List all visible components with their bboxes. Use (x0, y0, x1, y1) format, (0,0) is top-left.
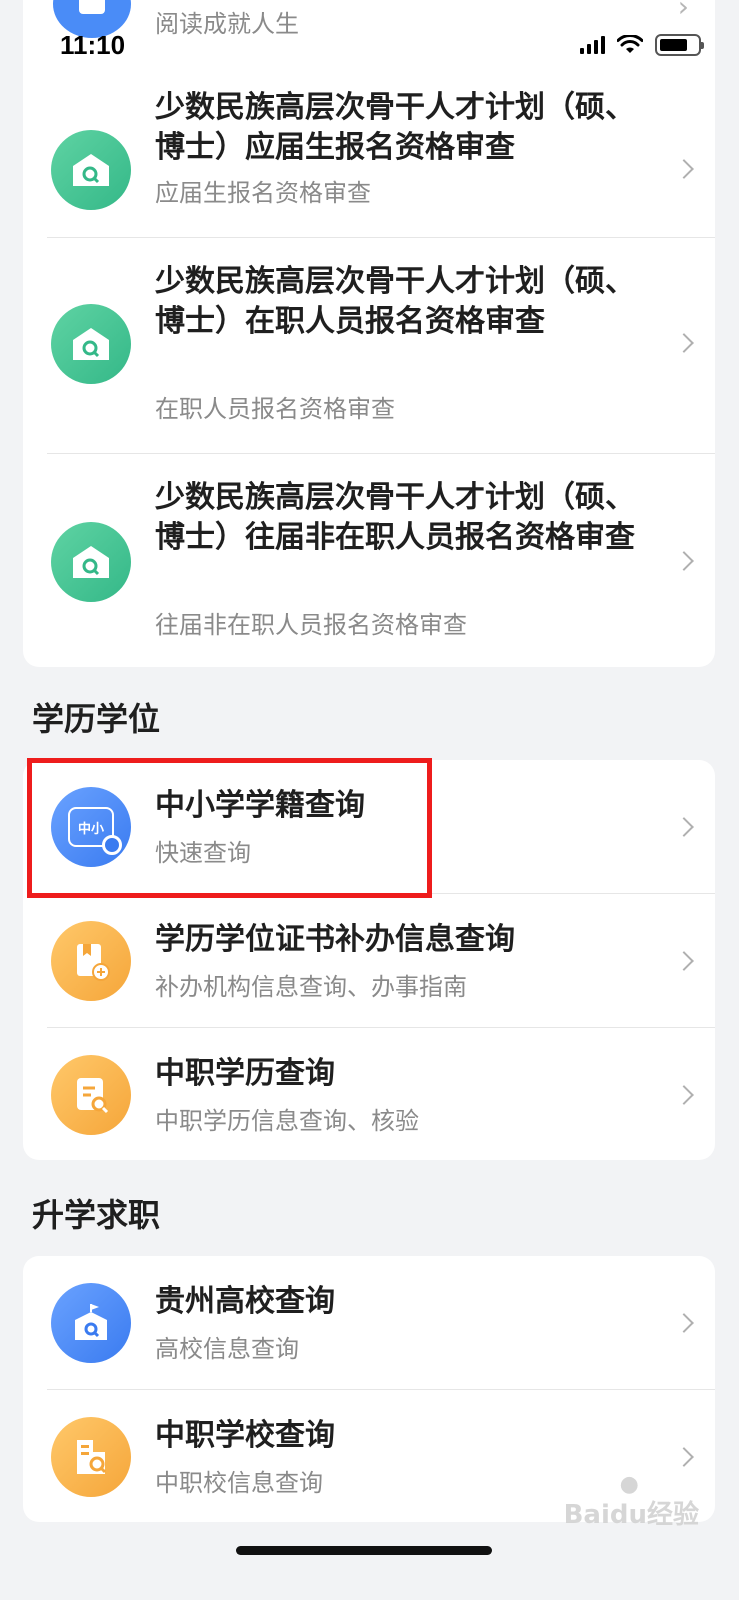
row-title: 中职学校查询 (155, 1418, 335, 1453)
student-search-icon: 中小 (51, 787, 131, 867)
school-search-icon (51, 522, 131, 602)
row-title: 少数民族高层次骨干人才计划（硕、博士）应届生报名资格审查 (155, 90, 635, 165)
wifi-icon (617, 35, 643, 53)
home-indicator[interactable] (236, 1546, 492, 1555)
certificate-add-icon (51, 921, 131, 1001)
list-item[interactable]: 中职学历查询 中职学历信息查询、核验 (23, 1028, 715, 1160)
watermark-logo: ● Baidu经验 (563, 1472, 699, 1531)
list-item[interactable]: 少数民族高层次骨干人才计划（硕、博士）往届非在职人员报名资格审查 往届非在职人员… (23, 454, 715, 667)
row-subtitle: 在职人员报名资格审查 (155, 395, 395, 423)
row-subtitle: 中职校信息查询 (155, 1469, 323, 1497)
talent-plan-card: 少数民族高层次骨干人才计划（硕、博士）应届生报名资格审查 应届生报名资格审查 少… (23, 40, 715, 667)
watermark-text: Baidu经验 (563, 1500, 699, 1530)
school-search-icon (51, 304, 131, 384)
document-search-icon (51, 1055, 131, 1135)
status-bar: 11:10 (0, 0, 739, 62)
chevron-right-icon (674, 551, 694, 571)
row-subtitle: 往届非在职人员报名资格审查 (155, 611, 467, 639)
building-search-icon (51, 1417, 131, 1497)
section-title-career: 升学求职 (32, 1196, 161, 1234)
university-search-icon (51, 1283, 131, 1363)
chevron-right-icon (674, 333, 694, 353)
row-title: 学历学位证书补办信息查询 (155, 922, 515, 957)
row-subtitle: 补办机构信息查询、办事指南 (155, 973, 467, 1001)
chevron-right-icon (674, 1447, 694, 1467)
chevron-right-icon (674, 817, 694, 837)
icon-label: 中小 (77, 821, 104, 837)
list-item[interactable]: 学历学位证书补办信息查询 补办机构信息查询、办事指南 (23, 894, 715, 1028)
signal-icon (580, 36, 605, 54)
row-title: 中职学历查询 (155, 1056, 335, 1091)
row-title: 中小学学籍查询 (155, 788, 365, 823)
chevron-right-icon (674, 1085, 694, 1105)
status-time: 11:10 (60, 30, 126, 60)
status-icons (580, 34, 704, 56)
list-item[interactable]: 贵州高校查询 高校信息查询 (23, 1256, 715, 1390)
section-title-education: 学历学位 (32, 700, 161, 738)
list-item[interactable]: 少数民族高层次骨干人才计划（硕、博士）在职人员报名资格审查 在职人员报名资格审查 (23, 238, 715, 454)
row-title: 贵州高校查询 (155, 1284, 335, 1319)
row-title: 少数民族高层次骨干人才计划（硕、博士）在职人员报名资格审查 (155, 264, 635, 339)
battery-fill (660, 39, 687, 51)
list-item[interactable]: 中小 中小学学籍查询 快速查询 (23, 760, 715, 894)
row-subtitle: 应届生报名资格审查 (155, 179, 371, 207)
row-title: 少数民族高层次骨干人才计划（硕、博士）往届非在职人员报名资格审查 (155, 480, 635, 555)
school-search-icon (51, 130, 131, 210)
row-subtitle: 中职学历信息查询、核验 (155, 1107, 419, 1135)
chevron-right-icon (674, 159, 694, 179)
chevron-right-icon (674, 951, 694, 971)
career-card: 贵州高校查询 高校信息查询 中职学校查询 中职校信息查询 (23, 1256, 715, 1522)
row-subtitle: 高校信息查询 (155, 1335, 299, 1363)
education-card: 中小 中小学学籍查询 快速查询 学历学位证书补办信息查询 补办机构信息查询、办事… (23, 760, 715, 1160)
paw-icon: ● (619, 1472, 639, 1497)
row-subtitle: 快速查询 (155, 839, 251, 867)
chevron-right-icon (674, 1313, 694, 1333)
battery-icon (655, 34, 704, 56)
list-item[interactable]: 少数民族高层次骨干人才计划（硕、博士）应届生报名资格审查 应届生报名资格审查 (23, 62, 715, 238)
